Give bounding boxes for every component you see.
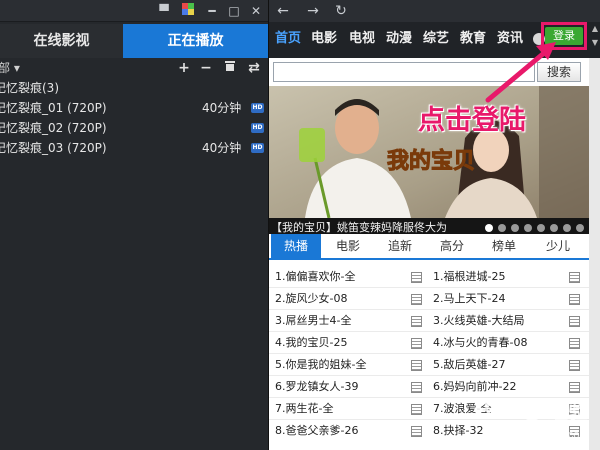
annotation-arrow xyxy=(485,42,556,103)
svg-text:经验: 经验 xyxy=(548,399,588,423)
baidu-logo-icon: Bai 经验 jingyan.baidu.com xyxy=(474,397,589,441)
svg-text:Bai: Bai xyxy=(474,397,511,424)
baidu-jingyan-watermark: Bai 经验 jingyan.baidu.com xyxy=(470,388,600,450)
svg-text:jingyan.baidu.com: jingyan.baidu.com xyxy=(499,429,589,441)
